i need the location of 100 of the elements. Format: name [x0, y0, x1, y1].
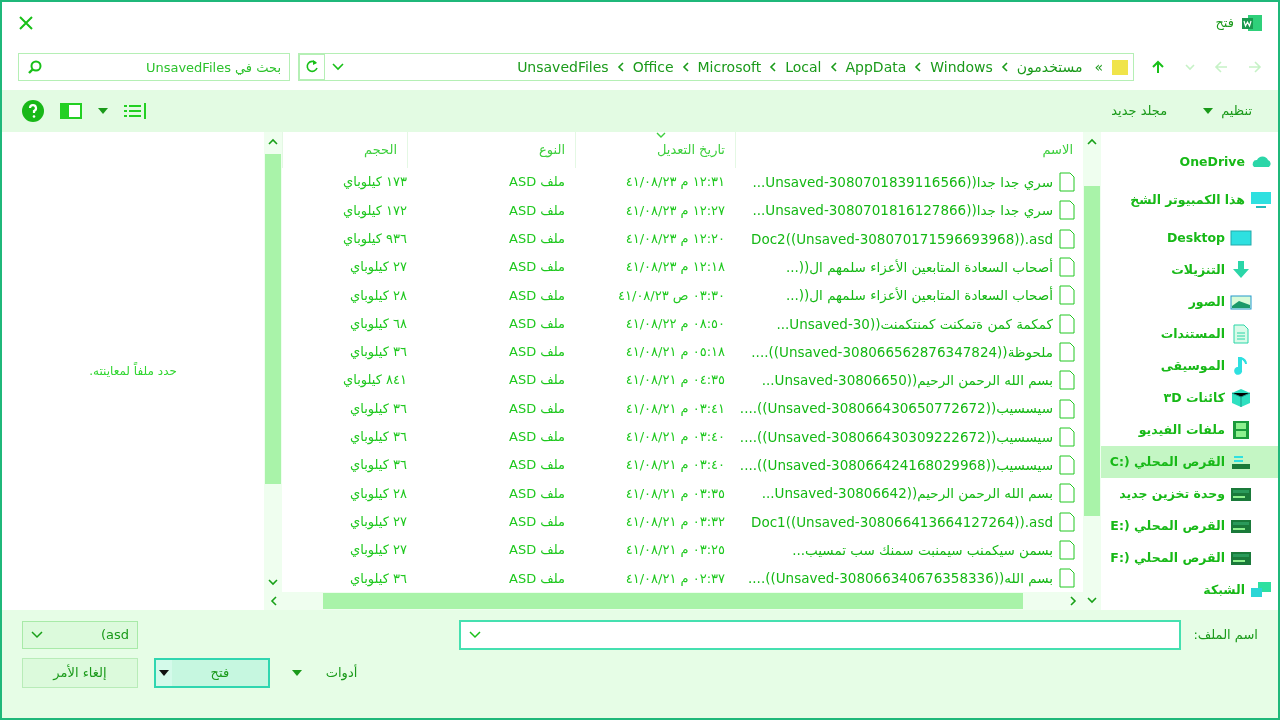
sidebar-item[interactable]: القرص المحلي (:C	[1101, 446, 1278, 478]
file-name[interactable]: سري جدا جدا((Unsaved-3080701839116566...	[752, 172, 1053, 193]
scroll-down-icon[interactable]	[1087, 596, 1097, 604]
table-cell-text: ملف ASD	[508, 173, 566, 192]
sidebar-item[interactable]: الشبكة	[1101, 574, 1278, 606]
table-cell-text: ٠٣:٤٠ م ٤١/٠٨/٢١	[624, 428, 726, 447]
file-name[interactable]: كمكمة كمن ةتمكنت كمنتكمنت((Unsaved-30...	[776, 313, 1053, 334]
sidebar-item[interactable]: كائنات ٣D	[1101, 382, 1278, 414]
file-name[interactable]: بسم الله((Unsaved-308066340676358336))....	[748, 568, 1053, 589]
scrollbar-thumb[interactable]	[1084, 186, 1100, 516]
file-type-dropdown[interactable]: asd)	[22, 621, 138, 649]
breadcrumb-item[interactable]: AppData	[841, 56, 911, 78]
file-icon	[1059, 313, 1075, 334]
sidebar-item[interactable]: التنزيلات	[1101, 254, 1278, 286]
refresh-icon[interactable]	[299, 54, 325, 80]
scroll-up-icon[interactable]	[268, 138, 278, 146]
table-cell-text: ١٧٢ كيلوباي	[342, 201, 407, 221]
file-name[interactable]: أصحاب السعادة المتابعين الأعزاء سلمهم ال((...	[785, 256, 1053, 278]
separator-chevron-icon	[616, 62, 625, 72]
table-cell-text: ١٢:٢٠ م ٤١/٠٨/٢٣	[624, 230, 726, 248]
image-icon	[1230, 292, 1252, 312]
scrollbar-thumb[interactable]	[323, 593, 1023, 609]
file-name[interactable]: ملحوظة((Unsaved-308066562876347824))....	[751, 341, 1053, 363]
file-name-field[interactable]	[459, 620, 1182, 650]
column-header[interactable]: تاريخ التعديل	[575, 132, 735, 168]
view-options-icon[interactable]	[124, 103, 146, 119]
file-name[interactable]: بسم الله الرحمن الرحيم((Unsaved-30806642...	[761, 483, 1053, 504]
sidebar-item[interactable]: OneDrive	[1101, 146, 1278, 178]
file-icon	[1059, 285, 1075, 306]
table-cell-text: ٠٣:٤١ م ٤١/٠٨/٢١	[624, 399, 726, 418]
breadcrumb-item[interactable]: مستخدمون	[1012, 56, 1087, 78]
file-icon	[1059, 370, 1075, 391]
sidebar-item[interactable]: هذا الكمبيوتر الشخ	[1101, 184, 1278, 216]
file-icon	[1059, 568, 1075, 589]
file-name[interactable]: سيسسيب((Unsaved-308066424168029968))....	[739, 455, 1053, 476]
scroll-down-icon[interactable]	[268, 578, 278, 586]
table-cell-text: ٢٨ كيلوباي	[349, 484, 407, 504]
table-cell-text: ملف ASD	[508, 569, 566, 588]
tools-button[interactable]: أدوات	[285, 662, 364, 684]
new-folder-button[interactable]: مجلد جديد	[1105, 99, 1174, 123]
open-button[interactable]: فتح	[153, 658, 270, 688]
breadcrumb-item[interactable]: UnsavedFiles	[513, 56, 613, 78]
table-cell-text: ٢٧ كيلوباي	[349, 541, 407, 560]
file-name[interactable]: سيسسيب((Unsaved-308066430309222672))....	[739, 426, 1053, 447]
scroll-right-icon[interactable]	[1069, 596, 1077, 606]
sidebar-item[interactable]: الصور	[1101, 286, 1278, 318]
word-icon	[1242, 14, 1262, 32]
cancel-button[interactable]: إلغاء الأمر	[22, 658, 138, 688]
sidebar-item[interactable]: القرص المحلي (:E	[1101, 510, 1278, 542]
file-icon	[1059, 426, 1075, 447]
separator-chevron-icon	[769, 62, 778, 72]
file-name-label: اسم الملف:	[1193, 626, 1258, 645]
overflow-chevron[interactable]: »	[1090, 56, 1107, 78]
scroll-up-icon[interactable]	[1087, 138, 1097, 146]
file-name[interactable]: أصحاب السعادة المتابعين الأعزاء سلمهم ال((...	[785, 285, 1053, 306]
breadcrumb-item[interactable]: Windows	[926, 56, 997, 78]
search-field[interactable]: بحث في UnsavedFiles	[18, 53, 290, 81]
table-cell-text: ملف ASD	[508, 371, 566, 390]
chevron-down-icon[interactable]	[469, 631, 482, 639]
file-name[interactable]: Doc2((Unsaved-308070171596693968)).asd	[751, 228, 1053, 249]
help-icon[interactable]	[22, 100, 44, 122]
table-cell-text: ٣٦ كيلوباي	[349, 428, 407, 447]
file-icon	[1059, 341, 1075, 362]
sidebar-item[interactable]: Desktop	[1101, 222, 1278, 254]
breadcrumb-item[interactable]: Local	[781, 56, 826, 78]
table-cell-text: ٠٣:٣٥ م ٤١/٠٨/٢١	[624, 484, 726, 503]
caret-icon	[1203, 108, 1214, 114]
file-icon	[1059, 483, 1075, 504]
table-cell-text: ٠٤:٣٥ م ٤١/٠٨/٢١	[624, 371, 726, 390]
column-header[interactable]: النوع	[407, 132, 575, 168]
table-cell-text: ٢٧ كيلوباي	[349, 258, 407, 277]
separator-chevron-icon	[681, 62, 690, 72]
caret-icon[interactable]	[155, 660, 172, 686]
file-name[interactable]: سري جدا جدا((Unsaved-3080701816127866...	[752, 200, 1053, 221]
sidebar-item[interactable]: القرص المحلي (:F	[1101, 542, 1278, 574]
breadcrumb-item[interactable]: Microsoft	[693, 56, 766, 78]
table-cell-text: ٢٨ كيلوباي	[349, 286, 407, 306]
file-name[interactable]: سيسسيب((Unsaved-308066430650772672))....	[739, 398, 1053, 419]
table-cell-text: ملف ASD	[508, 258, 566, 277]
table-cell-text: ٠٨:٥٠ م ٤١/٠٨/٢٢	[624, 314, 726, 333]
breadcrumb-item[interactable]: Office	[628, 56, 678, 78]
file-name[interactable]: بسم الله الرحمن الرحيم((Unsaved-30806650...	[761, 370, 1053, 391]
close-icon[interactable]	[18, 15, 34, 31]
sidebar-item[interactable]: ملفات الفيديو	[1101, 414, 1278, 446]
sidebar-item[interactable]: الموسيقى	[1101, 350, 1278, 382]
chevron-down-icon[interactable]	[331, 62, 345, 72]
scrollbar-thumb[interactable]	[265, 154, 281, 484]
organize-button[interactable]: تنظيم	[1197, 99, 1258, 123]
scroll-left-icon[interactable]	[270, 596, 278, 606]
file-name[interactable]: بسمن سيكمنب سيمنبت سمنك سب تمسيب...	[792, 539, 1053, 561]
file-name[interactable]: Doc1((Unsaved-308066413664127264)).asd	[751, 511, 1053, 532]
sidebar-item[interactable]: وحدة تخزين جديد	[1101, 478, 1278, 510]
table-cell-text: ملف ASD	[508, 343, 566, 362]
column-header[interactable]: الاسم	[735, 132, 1083, 168]
preview-pane-icon[interactable]	[60, 103, 82, 119]
table-cell-text: ملف ASD	[508, 399, 566, 418]
table-cell-text: ٠٣:٤٠ م ٤١/٠٨/٢١	[624, 456, 726, 475]
up-arrow-icon[interactable]	[1150, 59, 1166, 75]
table-cell-text: ٠٣:٣٠ ص ٤١/٠٨/٢٣	[617, 286, 726, 306]
sidebar-item[interactable]: المستندات	[1101, 318, 1278, 350]
